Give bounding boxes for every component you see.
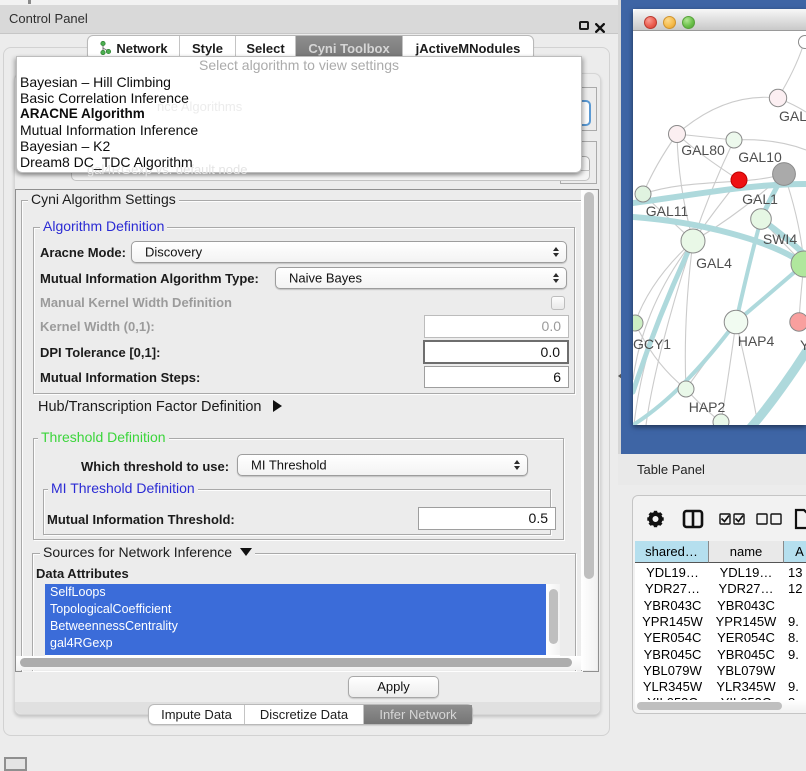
svg-text:GAL80: GAL80 <box>681 142 725 158</box>
svg-text:GAL1: GAL1 <box>742 191 778 207</box>
svg-text:SWI4: SWI4 <box>763 231 797 247</box>
svg-text:GAL4: GAL4 <box>696 255 732 271</box>
svg-text:GCY1: GCY1 <box>633 336 671 352</box>
svg-text:HAP4: HAP4 <box>738 333 775 349</box>
svg-text:GAL7: GAL7 <box>779 108 806 124</box>
svg-text:GAL10: GAL10 <box>738 149 782 165</box>
svg-text:Y: Y <box>800 337 806 353</box>
svg-text:HAP2: HAP2 <box>689 399 726 415</box>
svg-text:GAL11: GAL11 <box>646 203 689 219</box>
